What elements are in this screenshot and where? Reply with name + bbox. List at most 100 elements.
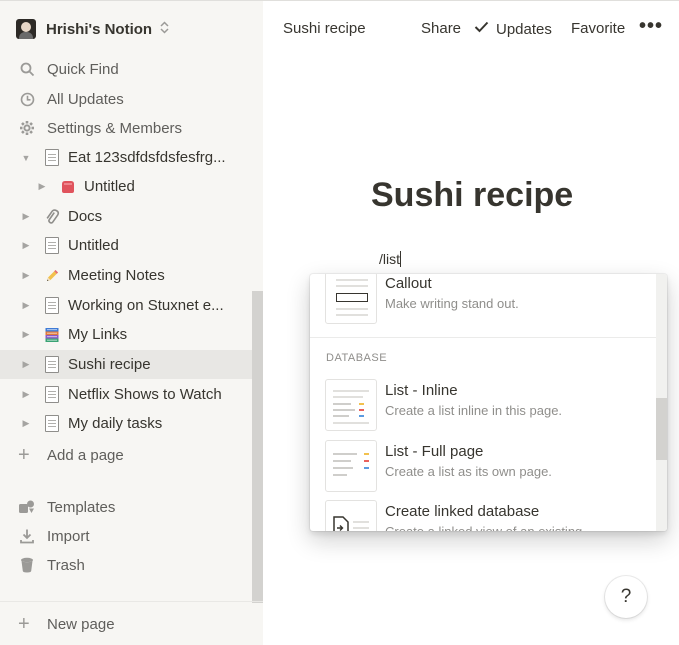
books-icon — [44, 326, 60, 344]
menu-item-list-inline[interactable]: List - Inline Create a list inline in th… — [325, 379, 655, 433]
more-options-icon[interactable]: ••• — [639, 15, 663, 38]
avatar — [16, 19, 36, 39]
page-icon — [44, 237, 60, 255]
caret-right-icon[interactable]: ▶ — [20, 270, 32, 282]
caret-right-icon[interactable]: ▶ — [20, 389, 32, 401]
menu-item-label: Callout — [385, 275, 432, 292]
workspace-name: Hrishi's Notion — [46, 20, 153, 38]
import-button[interactable]: Import — [0, 522, 263, 550]
new-page-button[interactable]: + New page — [0, 601, 263, 645]
templates-icon — [18, 498, 36, 516]
command-text: /list — [379, 251, 400, 267]
caret-right-icon[interactable]: ▶ — [20, 359, 32, 371]
sidebar-page-stuxnet[interactable]: ▶ Working on Stuxnet e... — [0, 291, 252, 320]
linked-database-thumbnail-icon — [325, 500, 377, 531]
sidebar-page-meeting-notes[interactable]: ▶ Meeting Notes — [0, 261, 252, 290]
menu-item-description: Create a list as its own page. — [385, 464, 552, 479]
plus-icon: + — [18, 612, 30, 635]
templates-button[interactable]: Templates — [0, 493, 263, 521]
favorite-button[interactable]: Favorite — [571, 20, 625, 37]
sidebar-page-untitled[interactable]: ▶ Untitled — [0, 231, 252, 260]
menu-item-callout[interactable]: Callout Make writing stand out. — [325, 274, 655, 326]
all-updates-label: All Updates — [47, 90, 124, 108]
sidebar-page-netflix[interactable]: ▶ Netflix Shows to Watch — [0, 380, 252, 409]
caret-right-icon[interactable]: ▶ — [20, 300, 32, 312]
red-block-icon — [60, 178, 76, 196]
trash-button[interactable]: Trash — [0, 551, 263, 579]
menu-item-label: List - Inline — [385, 382, 458, 399]
page-icon — [44, 415, 60, 433]
list-inline-thumbnail-icon — [325, 379, 377, 431]
search-icon — [18, 60, 36, 78]
trash-label: Trash — [47, 556, 85, 574]
divider — [310, 337, 656, 338]
slash-command-menu: Callout Make writing stand out. DATABASE… — [310, 274, 667, 531]
page-label: Netflix Shows to Watch — [68, 386, 222, 403]
share-button[interactable]: Share — [421, 20, 461, 37]
sidebar-page-untitled-nested[interactable]: ▶ Untitled — [0, 172, 252, 201]
import-icon — [18, 527, 36, 545]
pencil-icon — [44, 267, 60, 285]
menu-item-create-linked-database[interactable]: Create linked database Create a linked v… — [325, 500, 655, 531]
menu-item-description: Make writing stand out. — [385, 296, 519, 311]
add-page-label: Add a page — [47, 446, 124, 464]
caret-down-icon[interactable]: ▼ — [20, 152, 32, 164]
page-label: Working on Stuxnet e... — [68, 297, 224, 314]
page-label: Docs — [68, 208, 103, 225]
page-label: Untitled — [84, 178, 135, 195]
page-label: My Links — [68, 326, 128, 343]
page-label: Sushi recipe — [68, 356, 151, 373]
menu-item-description: Create a list inline in this page. — [385, 403, 563, 418]
sidebar-page-docs[interactable]: ▶ Docs — [0, 202, 252, 231]
import-label: Import — [47, 527, 90, 545]
page-icon — [44, 356, 60, 374]
menu-item-list-full-page[interactable]: List - Full page Create a list as its ow… — [325, 440, 655, 494]
check-icon — [474, 20, 489, 38]
page-title[interactable]: Sushi recipe — [371, 176, 573, 215]
updates-button[interactable]: Updates — [474, 20, 552, 38]
new-page-label: New page — [47, 615, 115, 633]
page-icon — [44, 297, 60, 315]
all-updates-button[interactable]: All Updates — [0, 85, 263, 113]
list-full-page-thumbnail-icon — [325, 440, 377, 492]
updates-label: Updates — [496, 20, 552, 38]
breadcrumb[interactable]: Sushi recipe — [283, 20, 366, 37]
caret-right-icon[interactable]: ▶ — [20, 240, 32, 252]
page-label: Eat 123sdfdsfdsfesfrg... — [68, 149, 226, 166]
sidebar-page-eat[interactable]: ▼ Eat 123sdfdsfdsfesfrg... — [0, 143, 252, 172]
text-cursor — [400, 251, 401, 267]
caret-right-icon[interactable]: ▶ — [20, 211, 32, 223]
add-page-button[interactable]: + Add a page — [0, 441, 252, 469]
settings-members-label: Settings & Members — [47, 119, 183, 137]
topbar: Sushi recipe Share Updates Favorite ••• — [263, 0, 679, 56]
quick-find-label: Quick Find — [47, 60, 119, 78]
templates-label: Templates — [47, 498, 116, 516]
settings-members-button[interactable]: Settings & Members — [0, 114, 263, 142]
workspace-switcher[interactable]: Hrishi's Notion — [0, 13, 263, 45]
callout-thumbnail-icon — [325, 274, 377, 324]
sidebar-page-daily-tasks[interactable]: ▶ My daily tasks — [0, 409, 252, 438]
chevron-up-down-icon — [160, 21, 169, 37]
help-button[interactable]: ? — [605, 576, 647, 618]
clock-icon — [18, 90, 36, 108]
page-icon — [44, 149, 60, 167]
menu-scrollbar-thumb[interactable] — [656, 398, 667, 460]
page-label: My daily tasks — [68, 415, 163, 432]
sidebar-page-sushi-recipe[interactable]: ▶ Sushi recipe — [0, 350, 252, 379]
page-icon — [44, 386, 60, 404]
menu-item-label: Create linked database — [385, 503, 540, 520]
sidebar: Hrishi's Notion Quick Find All Updates S… — [0, 0, 263, 645]
page-tree: ▼ Eat 123sdfdsfdsfesfrg... ▶ Untitled ▶ … — [0, 143, 263, 471]
quick-find-button[interactable]: Quick Find — [0, 55, 263, 83]
command-input[interactable]: /list — [379, 251, 401, 267]
menu-item-description: Create a linked view of an existing... — [385, 523, 593, 531]
plus-icon: + — [18, 443, 30, 466]
gear-icon — [18, 119, 36, 137]
caret-right-icon[interactable]: ▶ — [20, 329, 32, 341]
sidebar-page-my-links[interactable]: ▶ My Links — [0, 320, 252, 349]
caret-right-icon[interactable]: ▶ — [36, 181, 48, 193]
section-header: DATABASE — [326, 352, 388, 364]
caret-right-icon[interactable]: ▶ — [20, 418, 32, 430]
paperclip-icon — [44, 208, 60, 226]
menu-item-label: List - Full page — [385, 443, 484, 460]
